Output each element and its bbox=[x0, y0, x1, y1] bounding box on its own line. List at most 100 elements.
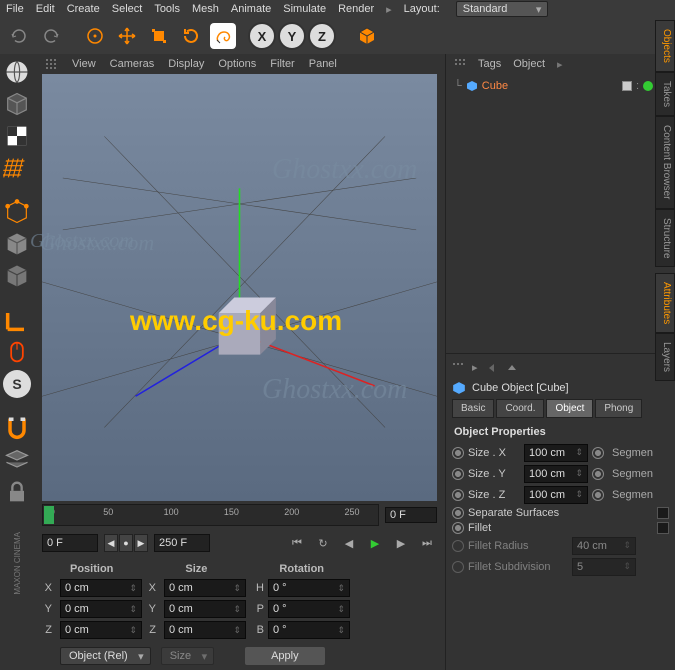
radio-icon[interactable] bbox=[452, 447, 464, 459]
poly-icon[interactable] bbox=[3, 198, 31, 226]
coord-mode-dropdown[interactable]: Object (Rel) bbox=[60, 647, 151, 665]
back-icon[interactable] bbox=[486, 362, 498, 374]
radio-icon[interactable] bbox=[452, 468, 464, 480]
magnet-icon[interactable] bbox=[3, 414, 31, 442]
pos-y-field[interactable]: 0 cm bbox=[60, 600, 142, 618]
lock-icon[interactable] bbox=[3, 478, 31, 506]
menu-select[interactable]: Select bbox=[112, 3, 143, 15]
side-tab-content[interactable]: Content Browser bbox=[655, 116, 675, 208]
tab-object[interactable]: Object bbox=[546, 399, 593, 418]
scale-icon[interactable] bbox=[146, 23, 172, 49]
rotate-icon[interactable] bbox=[178, 23, 204, 49]
axis-icon[interactable] bbox=[3, 306, 31, 334]
radio-icon[interactable] bbox=[592, 468, 604, 480]
side-tab-objects[interactable]: Objects bbox=[655, 20, 675, 72]
side-tab-attributes[interactable]: Attributes bbox=[655, 273, 675, 333]
menu-animate[interactable]: Animate bbox=[231, 3, 271, 15]
axis-x-button[interactable]: X bbox=[248, 22, 276, 50]
layer-swatch-icon[interactable] bbox=[622, 81, 632, 91]
radio-icon[interactable] bbox=[452, 507, 464, 519]
tab-object[interactable]: Object bbox=[513, 58, 545, 70]
vp-menu-options[interactable]: Options bbox=[218, 58, 256, 70]
menu-simulate[interactable]: Simulate bbox=[283, 3, 326, 15]
start-frame-field[interactable]: 0 F bbox=[42, 534, 98, 552]
size-x-field[interactable]: 0 cm bbox=[164, 579, 246, 597]
vp-menu-view[interactable]: View bbox=[72, 58, 96, 70]
cube-solid-icon[interactable] bbox=[3, 262, 31, 290]
size-mode-dropdown[interactable]: Size bbox=[161, 647, 214, 665]
side-tab-layers[interactable]: Layers bbox=[655, 333, 675, 381]
vp-menu-display[interactable]: Display bbox=[168, 58, 204, 70]
play-button[interactable]: ▶ bbox=[365, 533, 385, 553]
menu-mesh[interactable]: Mesh bbox=[192, 3, 219, 15]
radio-icon[interactable] bbox=[452, 489, 464, 501]
menu-tools[interactable]: Tools bbox=[154, 3, 180, 15]
move-icon[interactable] bbox=[114, 23, 140, 49]
grid-dots-icon[interactable] bbox=[454, 58, 466, 70]
next-frame-icon[interactable]: ▶ bbox=[391, 533, 411, 553]
mesh-grid-icon[interactable] bbox=[3, 154, 31, 182]
visibility-dot-icon[interactable] bbox=[643, 81, 653, 91]
playhead[interactable] bbox=[44, 506, 54, 524]
tab-tags[interactable]: Tags bbox=[478, 58, 501, 70]
s-sphere-icon[interactable]: S bbox=[3, 370, 31, 398]
menu-file[interactable]: File bbox=[6, 3, 24, 15]
menu-create[interactable]: Create bbox=[67, 3, 100, 15]
radio-icon[interactable] bbox=[592, 489, 604, 501]
vp-menu-panel[interactable]: Panel bbox=[309, 58, 337, 70]
tab-coord[interactable]: Coord. bbox=[496, 399, 544, 418]
current-frame-field[interactable]: 0 F bbox=[385, 507, 437, 523]
object-tree[interactable]: └ Cube : bbox=[446, 74, 675, 98]
size-z-field[interactable]: 0 cm bbox=[164, 621, 246, 639]
field-label: Separate Surfaces bbox=[468, 507, 653, 519]
mouse-icon[interactable] bbox=[3, 338, 31, 366]
apply-button[interactable]: Apply bbox=[244, 646, 326, 666]
goto-end-icon[interactable]: ⏭ bbox=[417, 533, 437, 553]
redo-icon[interactable] bbox=[38, 23, 64, 49]
model-mode-icon[interactable] bbox=[3, 230, 31, 258]
side-tab-takes[interactable]: Takes bbox=[655, 72, 675, 116]
radio-icon[interactable] bbox=[452, 522, 464, 534]
goto-start-icon[interactable]: ⏮ bbox=[287, 533, 307, 553]
undo-icon[interactable] bbox=[6, 23, 32, 49]
tab-basic[interactable]: Basic bbox=[452, 399, 494, 418]
pos-x-field[interactable]: 0 cm bbox=[60, 579, 142, 597]
3d-viewport[interactable]: Ghostxx.com Ghostxx.com bbox=[42, 74, 437, 501]
up-icon[interactable] bbox=[506, 362, 518, 374]
size-y-field[interactable]: 100 cm bbox=[524, 465, 588, 483]
side-tab-structure[interactable]: Structure bbox=[655, 209, 675, 268]
frame-spinner[interactable]: ◀●▶ bbox=[104, 534, 148, 552]
checker-icon[interactable] bbox=[3, 122, 31, 150]
axis-z-button[interactable]: Z bbox=[308, 22, 336, 50]
workplane-icon[interactable] bbox=[3, 446, 31, 474]
vp-menu-filter[interactable]: Filter bbox=[270, 58, 294, 70]
menu-render[interactable]: Render bbox=[338, 3, 374, 15]
grid-dots-icon[interactable] bbox=[44, 57, 58, 71]
loop-icon[interactable]: ↻ bbox=[313, 533, 333, 553]
tab-phong[interactable]: Phong bbox=[595, 399, 642, 418]
size-x-field[interactable]: 100 cm bbox=[524, 444, 588, 462]
tree-item-cube[interactable]: └ Cube : bbox=[454, 80, 667, 92]
grid-dots-icon[interactable] bbox=[452, 362, 464, 374]
rot-h-field[interactable]: 0 ° bbox=[268, 579, 350, 597]
pos-z-field[interactable]: 0 cm bbox=[60, 621, 142, 639]
end-frame-field[interactable]: 250 F bbox=[154, 534, 210, 552]
vp-menu-cameras[interactable]: Cameras bbox=[110, 58, 155, 70]
live-select-icon[interactable] bbox=[82, 23, 108, 49]
lasso-icon[interactable] bbox=[210, 23, 236, 49]
cube-wire-icon[interactable] bbox=[3, 90, 31, 118]
prev-frame-icon[interactable]: ◀ bbox=[339, 533, 359, 553]
menu-edit[interactable]: Edit bbox=[36, 3, 55, 15]
checkbox[interactable] bbox=[657, 522, 669, 534]
globe-icon[interactable] bbox=[3, 58, 31, 86]
radio-icon[interactable] bbox=[592, 447, 604, 459]
axis-y-button[interactable]: Y bbox=[278, 22, 306, 50]
timeline-ruler[interactable]: 0 50 100 150 200 250 bbox=[42, 504, 379, 526]
rot-p-field[interactable]: 0 ° bbox=[268, 600, 350, 618]
layout-dropdown[interactable]: Standard bbox=[456, 1, 549, 17]
size-y-field[interactable]: 0 cm bbox=[164, 600, 246, 618]
rot-b-field[interactable]: 0 ° bbox=[268, 621, 350, 639]
checkbox[interactable] bbox=[657, 507, 669, 519]
cube-primitive-icon[interactable] bbox=[354, 23, 380, 49]
size-z-field[interactable]: 100 cm bbox=[524, 486, 588, 504]
